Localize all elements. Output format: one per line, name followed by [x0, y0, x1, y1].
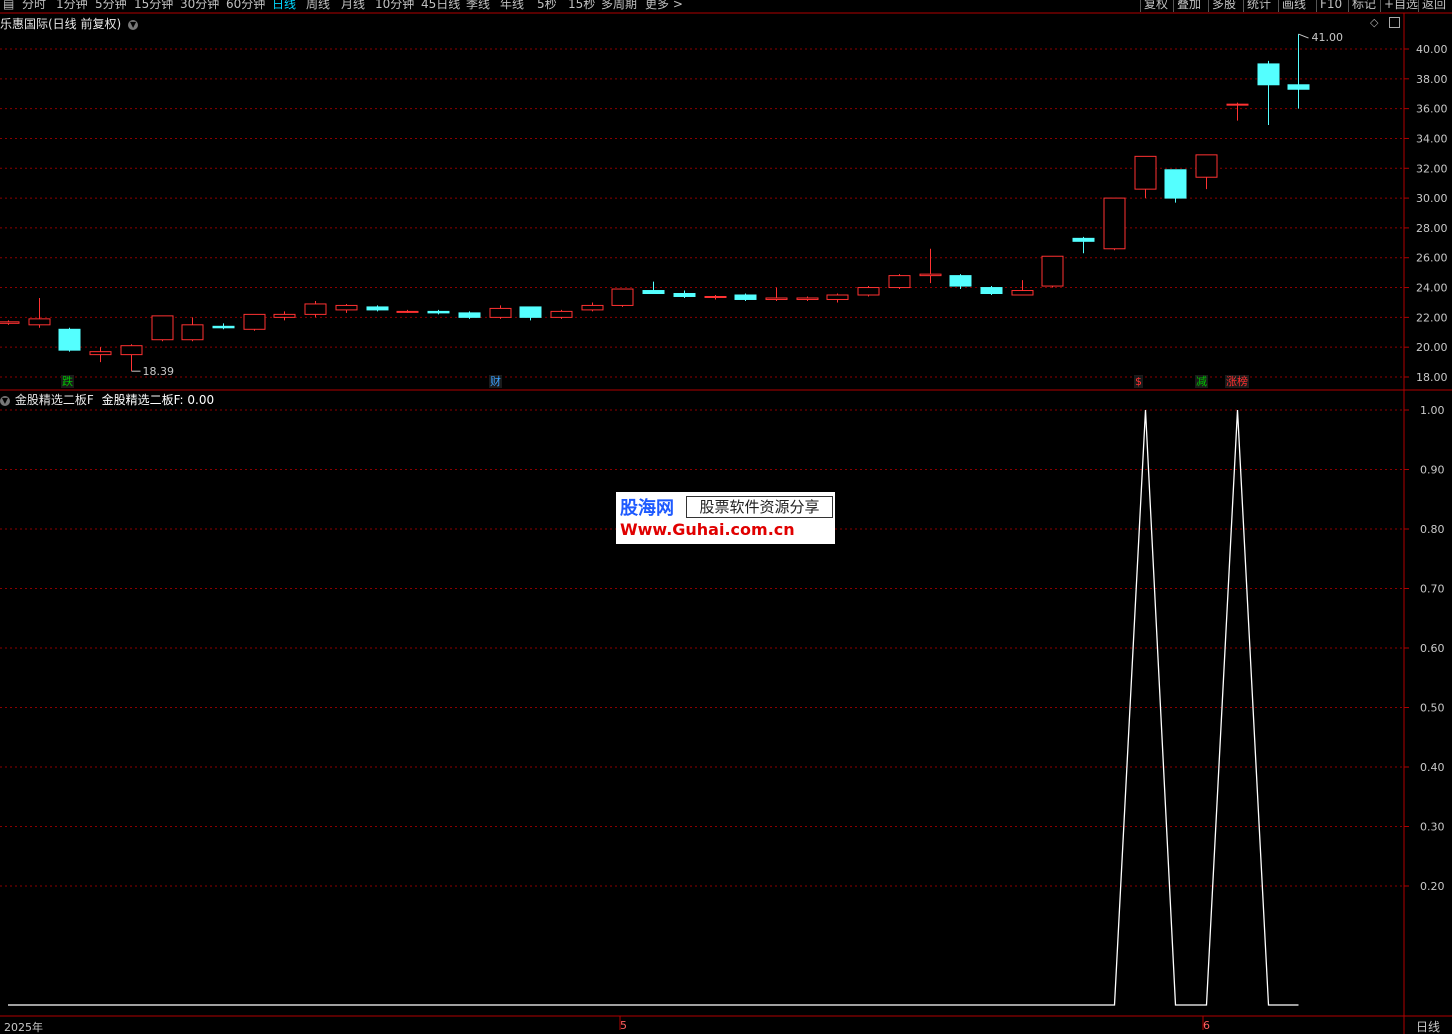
indicator-tick-label: 0.20 — [1420, 880, 1445, 893]
candle-body — [734, 294, 757, 300]
candle-body — [243, 313, 266, 330]
watermark-tagline: 股票软件资源分享 — [686, 496, 833, 518]
indicator-tick-label: 0.70 — [1420, 583, 1445, 596]
candle-body — [550, 310, 573, 318]
candle-body — [28, 318, 51, 326]
date-label-june: 6 — [1203, 1019, 1210, 1032]
price-tick-label: 32.00 — [1416, 162, 1448, 175]
candle-body — [1287, 84, 1310, 90]
candle-body — [919, 273, 942, 277]
indicator-tick-label: 1.00 — [1420, 404, 1445, 417]
price-tick-label: 40.00 — [1416, 43, 1448, 56]
indicator-tick-label: 0.60 — [1420, 642, 1445, 655]
candle-body — [335, 304, 358, 311]
period-label[interactable]: 日线 — [1416, 1018, 1440, 1034]
price-tick-label: 18.00 — [1416, 371, 1448, 384]
date-label-2025: 2025年 — [4, 1021, 43, 1034]
candle-body — [458, 312, 481, 318]
indicator-value: 金股精选二板F: 0.00 — [101, 393, 215, 407]
high-marker — [1298, 33, 1309, 39]
candle-body — [151, 315, 174, 341]
price-tick-label: 38.00 — [1416, 73, 1448, 86]
price-tick-label: 34.00 — [1416, 132, 1448, 145]
indicator-tick-label: 0.30 — [1420, 821, 1445, 834]
price-tick-label: 36.00 — [1416, 103, 1448, 116]
candle-body — [611, 288, 634, 306]
candle-body — [1164, 169, 1187, 199]
candle-body — [212, 325, 235, 329]
candle-body — [1257, 63, 1280, 86]
candle-body — [857, 287, 880, 296]
candle-body — [1134, 155, 1157, 190]
main-panel-title: 乐惠国际(日线 前复权) ▼ — [0, 15, 139, 32]
price-tick-label: 24.00 — [1416, 282, 1448, 295]
candle-body — [1041, 255, 1064, 287]
candle-body — [704, 295, 727, 298]
watermark-brand: 股海网 — [620, 498, 674, 519]
price-tick-label: 28.00 — [1416, 222, 1448, 235]
event-marker-3[interactable]: 减 — [1195, 375, 1208, 388]
candle-body — [796, 297, 819, 300]
candle-body — [89, 351, 112, 356]
indicator-tick-label: 0.40 — [1420, 761, 1445, 774]
price-tick-label: 20.00 — [1416, 341, 1448, 354]
date-label-may: 5 — [620, 1019, 627, 1032]
watermark-url: Www.Guhai.com.cn — [620, 520, 795, 539]
price-tick-label: 22.00 — [1416, 311, 1448, 324]
watermark-logo: 股海网 股票软件资源分享 Www.Guhai.com.cn — [616, 492, 835, 544]
candle-body — [826, 294, 849, 300]
candle-body — [765, 297, 788, 300]
candle-body — [888, 275, 911, 289]
candle-body — [0, 321, 20, 324]
indicator-tick-label: 0.50 — [1420, 702, 1445, 715]
options-dropdown-icon[interactable]: ▼ — [128, 19, 139, 30]
indicator-tick-label: 0.90 — [1420, 464, 1445, 477]
indicator-name[interactable]: 金股精选二板F — [15, 393, 94, 407]
event-marker-1[interactable]: 财 — [489, 375, 502, 388]
panel-close-button[interactable] — [1389, 17, 1400, 28]
candle-body — [273, 313, 296, 318]
price-tick-label: 30.00 — [1416, 192, 1448, 205]
event-marker-2[interactable]: $ — [1134, 375, 1143, 388]
diamond-icon[interactable]: ◇ — [1370, 16, 1378, 29]
candle-body — [58, 328, 81, 351]
candle-body — [1072, 237, 1095, 242]
candle-body — [949, 275, 972, 287]
candle-body — [1195, 154, 1218, 178]
candle-body — [519, 306, 542, 318]
candle-body — [489, 307, 512, 318]
event-marker-0[interactable]: 跌 — [61, 375, 74, 388]
candle-body — [642, 290, 665, 295]
event-marker-4[interactable]: 涨榜 — [1225, 375, 1249, 388]
candle-body — [304, 303, 327, 315]
stock-title: 乐惠国际(日线 前复权) — [0, 17, 122, 31]
candle-body — [1103, 197, 1126, 250]
candle-body — [1226, 103, 1249, 106]
candle-body — [396, 310, 419, 313]
candle-body — [980, 287, 1003, 295]
candle-body — [673, 293, 696, 297]
candle-body — [1011, 290, 1034, 296]
indicator-panel-title: ▼ 金股精选二板F 金股精选二板F: 0.00 — [0, 391, 214, 408]
candle-body — [120, 345, 143, 356]
candle-body — [366, 306, 389, 311]
price-tick-label: 26.00 — [1416, 252, 1448, 265]
candle-body — [581, 304, 604, 311]
low-price-label: 18.39 — [143, 365, 175, 378]
indicator-toggle-icon[interactable]: ▼ — [0, 395, 10, 406]
indicator-tick-label: 0.80 — [1420, 523, 1445, 536]
candle-body — [181, 324, 204, 341]
candle-body — [427, 310, 450, 314]
high-price-label: 41.00 — [1312, 31, 1344, 44]
